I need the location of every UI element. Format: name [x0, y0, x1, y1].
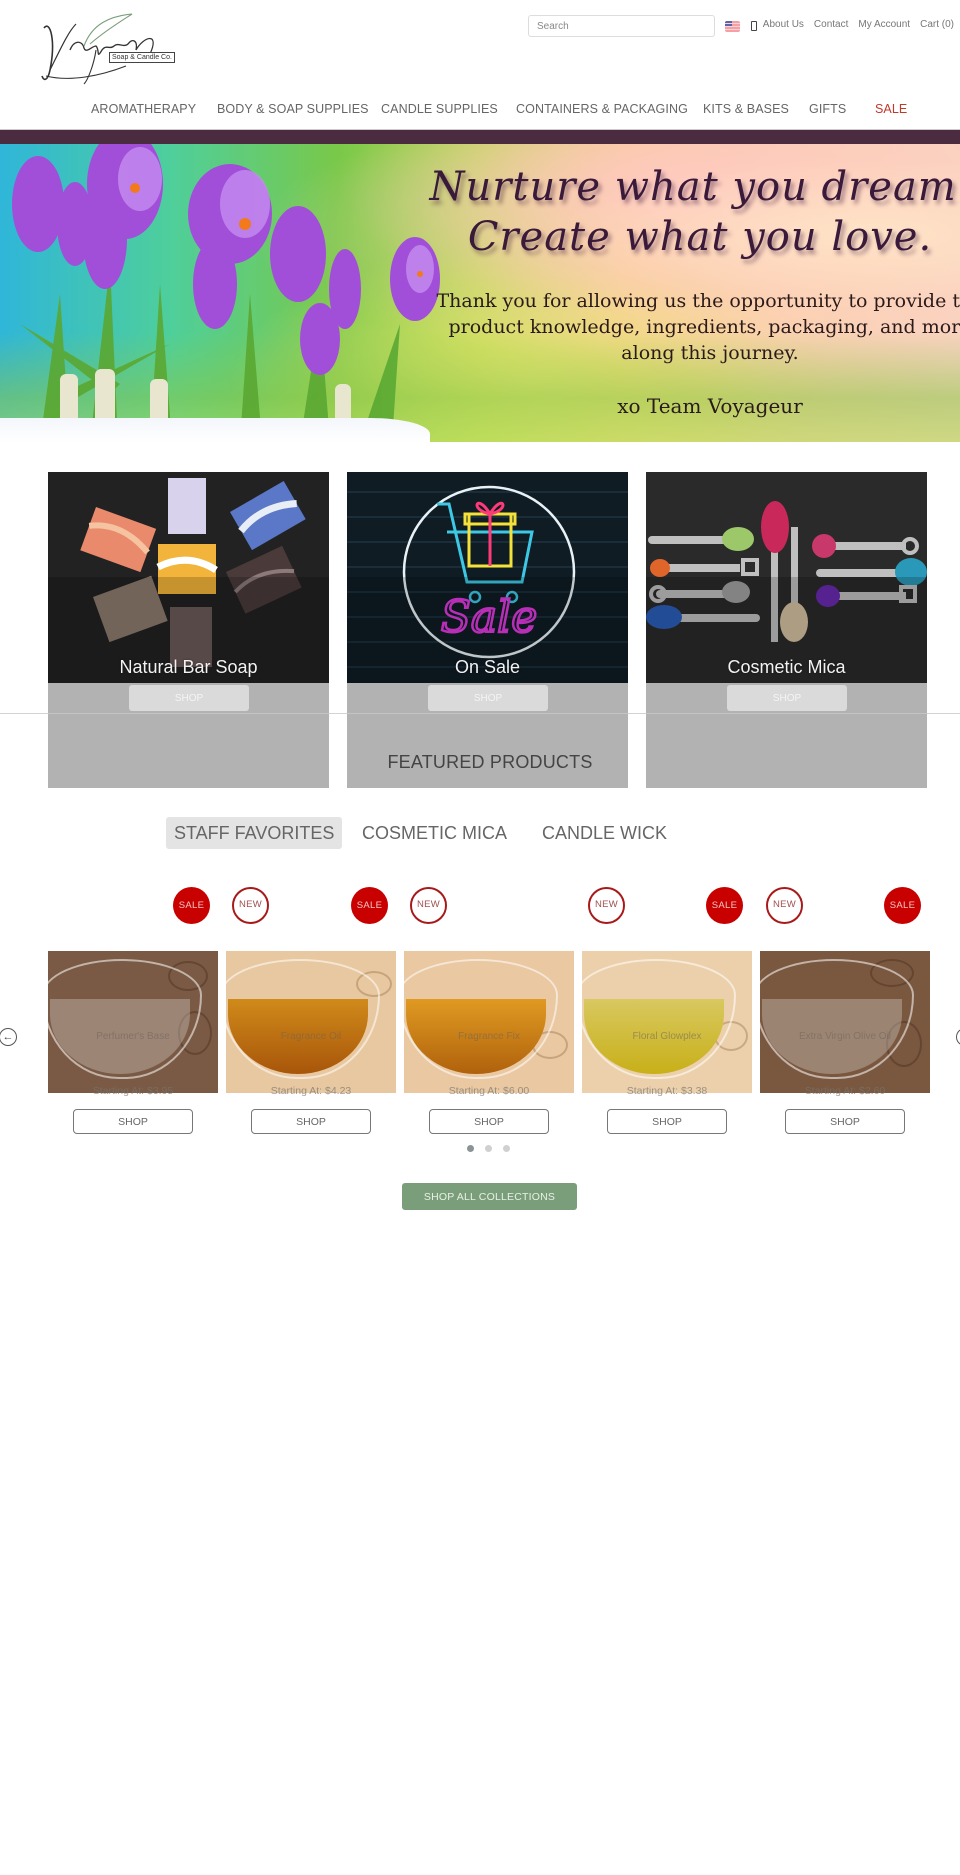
hero-title-line-1: Nurture what you dream. — [429, 164, 960, 210]
product-shop-button[interactable]: SHOP — [73, 1109, 193, 1134]
arrow-right-icon[interactable]: → — [956, 1028, 960, 1046]
search-input[interactable] — [528, 15, 715, 37]
tab-staff-favorites[interactable]: STAFF FAVORITES — [166, 817, 343, 849]
product-card[interactable]: Perfumer's Base Starting At: $3.95 SHOP — [48, 951, 218, 1136]
phone-icon[interactable] — [751, 21, 757, 31]
new-badge: NEW — [766, 887, 803, 924]
hero-banner[interactable]: Nurture what you dream. Create what you … — [0, 144, 960, 442]
product-shop-button[interactable]: SHOP — [607, 1109, 727, 1134]
product-name: Fragrance Oil — [280, 1031, 342, 1042]
product-card[interactable]: Floral Glowplex Starting At: $3.38 SHOP — [582, 951, 752, 1136]
hero-message: Thank you for allowing us the opportunit… — [436, 290, 960, 364]
product-image — [226, 951, 396, 1093]
product-image — [760, 951, 930, 1093]
product-card[interactable]: Fragrance Fix Starting At: $6.00 SHOP — [404, 951, 574, 1136]
nav-kits-bases[interactable]: KITS & BASES — [703, 102, 789, 116]
category-shop-button[interactable]: SHOP — [727, 685, 847, 711]
category-shop-button[interactable]: SHOP — [428, 685, 548, 711]
sale-badge: SALE — [173, 887, 210, 924]
product-name: Floral Glowplex — [632, 1031, 702, 1042]
carousel-dot-3[interactable] — [503, 1145, 510, 1152]
new-badge: NEW — [588, 887, 625, 924]
category-title: Natural Bar Soap — [119, 657, 258, 677]
logo-script-icon — [41, 13, 154, 85]
neon-sale-image: Sale — [347, 472, 628, 683]
nav-candle-supplies[interactable]: CANDLE SUPPLIES — [381, 102, 498, 116]
arrow-left-icon[interactable]: ← — [0, 1028, 17, 1046]
us-flag-icon[interactable] — [725, 21, 740, 32]
product-name: Extra Virgin Olive Oil — [798, 1031, 892, 1042]
nav-aromatherapy[interactable]: AROMATHERAPY — [91, 102, 196, 116]
top-links: About Us Contact My Account Cart (0) — [763, 19, 954, 30]
nav-divider-bar — [0, 129, 960, 144]
soap-bars-image — [48, 472, 329, 683]
site-header: Soap & Candle Co. About Us Contact My Ac… — [0, 0, 960, 130]
shop-all-collections-button[interactable]: SHOP ALL COLLECTIONS — [402, 1183, 577, 1210]
product-name: Perfumer's Base — [96, 1031, 170, 1042]
section-divider — [0, 713, 960, 714]
voyageur-logo[interactable]: Soap & Candle Co. — [40, 10, 175, 86]
category-card-cosmetic-mica[interactable]: Cosmetic Mica SHOP — [646, 472, 927, 788]
contact-link[interactable]: Contact — [814, 19, 848, 30]
sale-badge: SALE — [351, 887, 388, 924]
product-shop-button[interactable]: SHOP — [785, 1109, 905, 1134]
cart-link[interactable]: Cart (0) — [920, 19, 954, 30]
product-card[interactable]: Fragrance Oil Starting At: $4.23 SHOP — [226, 951, 396, 1136]
product-price: Starting At: $4.23 — [270, 1085, 352, 1097]
category-shop-button[interactable]: SHOP — [129, 685, 249, 711]
product-price: Starting At: $2.60 — [804, 1085, 886, 1097]
carousel-dot-2[interactable] — [485, 1145, 492, 1152]
product-price: Starting At: $6.00 — [448, 1085, 530, 1097]
hero-title: Nurture what you dream. Create what you … — [420, 162, 960, 262]
nav-sale[interactable]: SALE — [875, 102, 907, 116]
my-account-link[interactable]: My Account — [858, 19, 910, 30]
about-us-link[interactable]: About Us — [763, 19, 804, 30]
product-card[interactable]: Extra Virgin Olive Oil Starting At: $2.6… — [760, 951, 930, 1136]
tab-candle-wick[interactable]: CANDLE WICK — [534, 817, 675, 849]
nav-containers-packaging[interactable]: CONTAINERS & PACKAGING — [516, 102, 688, 116]
product-image — [48, 951, 218, 1093]
new-badge: NEW — [410, 887, 447, 924]
tab-cosmetic-mica[interactable]: COSMETIC MICA — [354, 817, 515, 849]
product-price: Starting At: $3.95 — [92, 1085, 174, 1097]
carousel-pagination — [467, 1145, 510, 1152]
product-image — [582, 951, 752, 1093]
sale-badge: SALE — [884, 887, 921, 924]
mica-spoons-image — [646, 472, 927, 683]
hero-title-line-2: Create what you love. — [467, 214, 933, 260]
category-title: On Sale — [454, 657, 521, 677]
category-title: Cosmetic Mica — [727, 657, 846, 677]
carousel-dot-1[interactable] — [467, 1145, 474, 1152]
crocus-flowers-image — [12, 144, 440, 442]
product-shop-button[interactable]: SHOP — [429, 1109, 549, 1134]
category-card-on-sale[interactable]: Sale On Sale SHOP — [347, 472, 628, 788]
sale-badge: SALE — [706, 887, 743, 924]
nav-gifts[interactable]: GIFTS — [809, 102, 846, 116]
product-image — [404, 951, 574, 1093]
hero-snow — [0, 418, 430, 442]
new-badge: NEW — [232, 887, 269, 924]
product-shop-button[interactable]: SHOP — [251, 1109, 371, 1134]
category-card-natural-bar-soap[interactable]: Natural Bar Soap SHOP — [48, 472, 329, 788]
product-name: Fragrance Fix — [458, 1031, 520, 1042]
nav-body-soap-supplies[interactable]: BODY & SOAP SUPPLIES — [217, 102, 369, 116]
featured-products-heading: FEATURED PRODUCTS — [387, 752, 593, 772]
hero-signature: xo Team Voyageur — [617, 394, 803, 418]
logo-tagline: Soap & Candle Co. — [109, 52, 175, 63]
product-price: Starting At: $3.38 — [626, 1085, 708, 1097]
